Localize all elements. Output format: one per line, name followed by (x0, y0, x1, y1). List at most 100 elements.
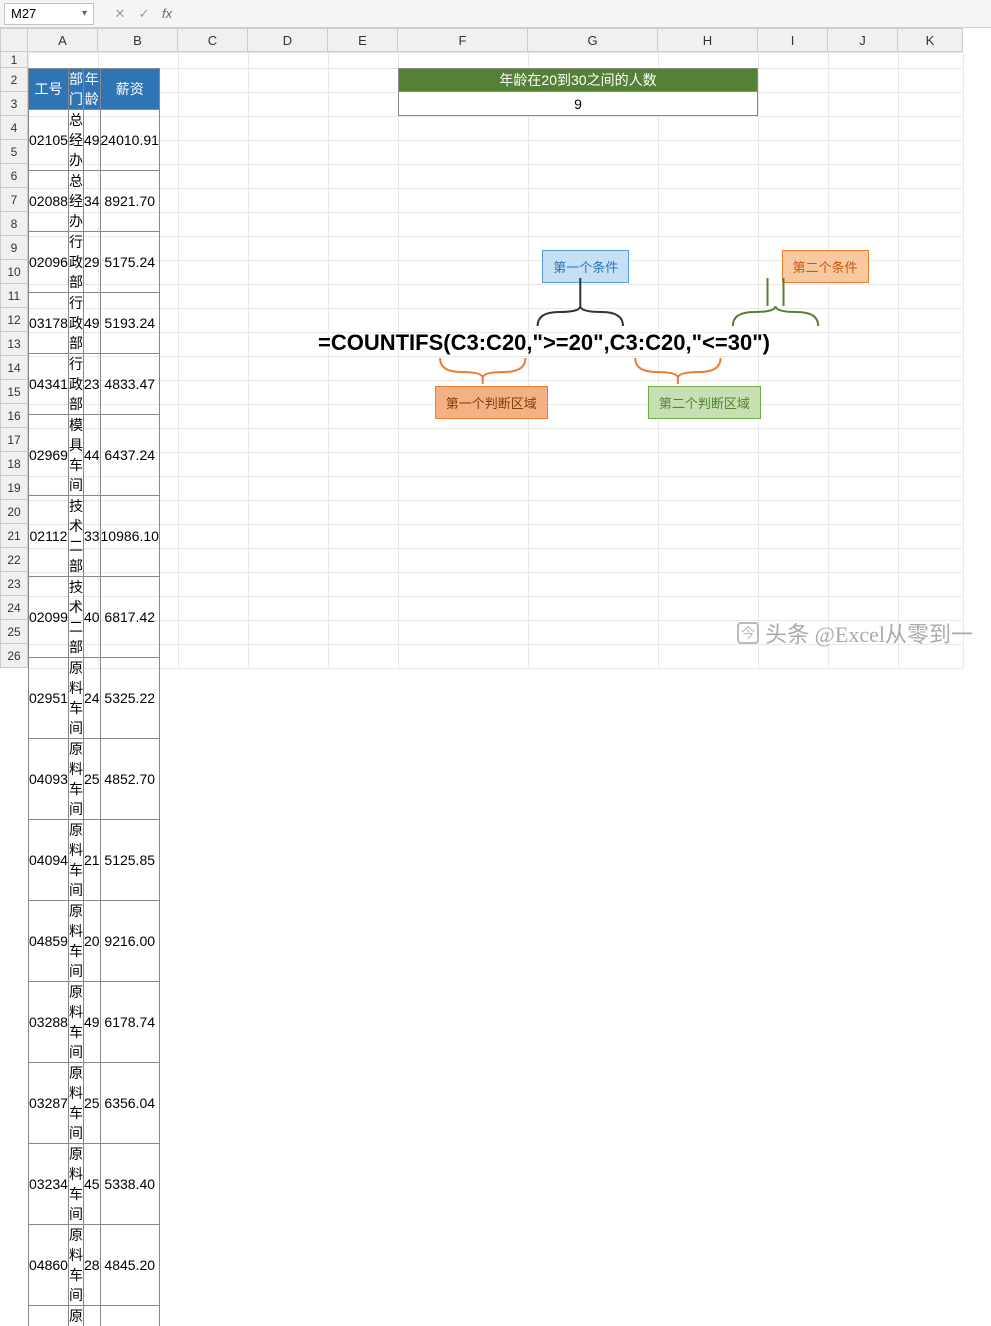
table-cell[interactable]: 5325.22 (100, 658, 159, 739)
table-cell[interactable]: 28 (83, 1225, 100, 1306)
table-cell[interactable]: 6178.74 (100, 982, 159, 1063)
table-cell[interactable]: 21 (83, 820, 100, 901)
chevron-down-icon[interactable]: ▾ (82, 8, 87, 19)
name-box[interactable]: M27 ▾ (4, 3, 94, 25)
row-header-12[interactable]: 12 (0, 308, 28, 332)
table-cell[interactable]: 25 (83, 1063, 100, 1144)
row-header-8[interactable]: 8 (0, 212, 28, 236)
table-cell[interactable]: 04860 (29, 1225, 69, 1306)
table-header[interactable]: 部门 (68, 69, 83, 110)
table-cell[interactable]: 04093 (29, 739, 69, 820)
table-cell[interactable]: 6356.04 (100, 1063, 159, 1144)
col-header-G[interactable]: G (528, 28, 658, 52)
table-row[interactable]: 02096行政部295175.24 (29, 232, 160, 293)
table-cell[interactable]: 03178 (29, 293, 69, 354)
table-cell[interactable]: 5193.24 (100, 293, 159, 354)
table-cell[interactable]: 原料车间 (68, 1225, 83, 1306)
table-cell[interactable]: 总经办 (68, 171, 83, 232)
table-cell[interactable]: 5125.85 (100, 820, 159, 901)
table-cell[interactable]: 4833.47 (100, 354, 159, 415)
table-cell[interactable]: 原料车间 (68, 739, 83, 820)
table-cell[interactable]: 25 (83, 739, 100, 820)
table-row[interactable]: 03287原料车间256356.04 (29, 1063, 160, 1144)
table-cell[interactable]: 行政部 (68, 293, 83, 354)
table-row[interactable]: 02088总经办348921.70 (29, 171, 160, 232)
table-cell[interactable]: 原料车间 (68, 820, 83, 901)
table-row[interactable]: 04094原料车间215125.85 (29, 820, 160, 901)
row-header-18[interactable]: 18 (0, 452, 28, 476)
table-row[interactable]: 04859原料车间209216.00 (29, 901, 160, 982)
table-row[interactable]: 03288原料车间496178.74 (29, 982, 160, 1063)
col-header-B[interactable]: B (98, 28, 178, 52)
table-cell[interactable]: 5101.44 (100, 1306, 159, 1326)
table-row[interactable]: 03473原料车间235101.44 (29, 1306, 160, 1326)
table-cell[interactable]: 49 (83, 110, 100, 171)
table-row[interactable]: 04093原料车间254852.70 (29, 739, 160, 820)
row-header-11[interactable]: 11 (0, 284, 28, 308)
row-header-13[interactable]: 13 (0, 332, 28, 356)
row-header-1[interactable]: 1 (0, 52, 28, 68)
row-header-10[interactable]: 10 (0, 260, 28, 284)
col-header-J[interactable]: J (828, 28, 898, 52)
table-row[interactable]: 02112技术二部3310986.10 (29, 496, 160, 577)
col-header-C[interactable]: C (178, 28, 248, 52)
table-cell[interactable]: 03473 (29, 1306, 69, 1326)
row-header-23[interactable]: 23 (0, 572, 28, 596)
row-header-16[interactable]: 16 (0, 404, 28, 428)
table-cell[interactable]: 20 (83, 901, 100, 982)
row-header-14[interactable]: 14 (0, 356, 28, 380)
table-cell[interactable]: 总经办 (68, 110, 83, 171)
table-cell[interactable]: 8921.70 (100, 171, 159, 232)
table-cell[interactable]: 5175.24 (100, 232, 159, 293)
table-cell[interactable]: 02088 (29, 171, 69, 232)
table-cell[interactable]: 02099 (29, 577, 69, 658)
table-cell[interactable]: 9216.00 (100, 901, 159, 982)
table-row[interactable]: 03178行政部495193.24 (29, 293, 160, 354)
table-cell[interactable]: 49 (83, 982, 100, 1063)
table-cell[interactable]: 34 (83, 171, 100, 232)
table-cell[interactable]: 原料车间 (68, 658, 83, 739)
table-cell[interactable]: 02112 (29, 496, 69, 577)
row-header-3[interactable]: 3 (0, 92, 28, 116)
table-cell[interactable]: 04094 (29, 820, 69, 901)
select-all-corner[interactable] (0, 28, 28, 52)
table-cell[interactable]: 原料车间 (68, 1144, 83, 1225)
table-cell[interactable]: 03287 (29, 1063, 69, 1144)
table-cell[interactable]: 29 (83, 232, 100, 293)
table-header[interactable]: 年龄 (83, 69, 100, 110)
col-header-A[interactable]: A (28, 28, 98, 52)
table-row[interactable]: 02951原料车间245325.22 (29, 658, 160, 739)
table-cell[interactable]: 5338.40 (100, 1144, 159, 1225)
table-cell[interactable]: 23 (83, 1306, 100, 1326)
table-cell[interactable]: 03234 (29, 1144, 69, 1225)
col-header-I[interactable]: I (758, 28, 828, 52)
table-cell[interactable]: 原料车间 (68, 982, 83, 1063)
formula-input[interactable] (178, 3, 987, 25)
row-header-19[interactable]: 19 (0, 476, 28, 500)
table-cell[interactable]: 02105 (29, 110, 69, 171)
row-header-22[interactable]: 22 (0, 548, 28, 572)
row-header-4[interactable]: 4 (0, 116, 28, 140)
row-header-6[interactable]: 6 (0, 164, 28, 188)
table-cell[interactable]: 23 (83, 354, 100, 415)
table-cell[interactable]: 40 (83, 577, 100, 658)
table-cell[interactable]: 4852.70 (100, 739, 159, 820)
table-row[interactable]: 02969模具车间446437.24 (29, 415, 160, 496)
table-cell[interactable]: 03288 (29, 982, 69, 1063)
table-cell[interactable]: 10986.10 (100, 496, 159, 577)
row-header-24[interactable]: 24 (0, 596, 28, 620)
table-cell[interactable]: 4845.20 (100, 1225, 159, 1306)
table-header[interactable]: 薪资 (100, 69, 159, 110)
col-header-F[interactable]: F (398, 28, 528, 52)
table-cell[interactable]: 45 (83, 1144, 100, 1225)
row-header-2[interactable]: 2 (0, 68, 28, 92)
table-cell[interactable]: 6437.24 (100, 415, 159, 496)
table-cell[interactable]: 原料车间 (68, 1306, 83, 1326)
table-cell[interactable]: 44 (83, 415, 100, 496)
row-header-17[interactable]: 17 (0, 428, 28, 452)
table-row[interactable]: 02099技术二部406817.42 (29, 577, 160, 658)
table-cell[interactable]: 24 (83, 658, 100, 739)
table-cell[interactable]: 02969 (29, 415, 69, 496)
table-cell[interactable]: 6817.42 (100, 577, 159, 658)
table-cell[interactable]: 49 (83, 293, 100, 354)
